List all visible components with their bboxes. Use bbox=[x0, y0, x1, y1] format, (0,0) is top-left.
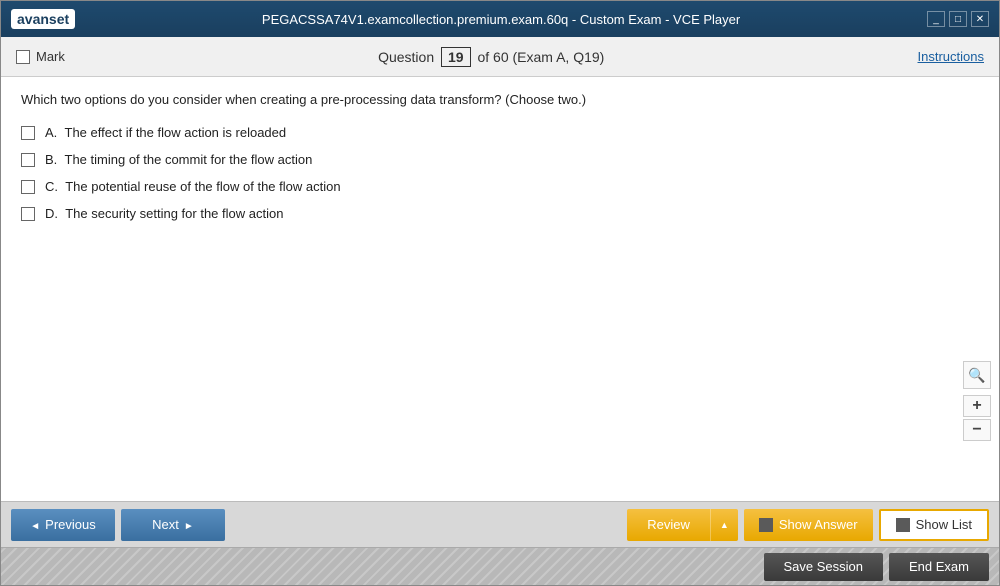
next-button[interactable]: Next bbox=[121, 509, 225, 541]
question-info: Question 19 of 60 (Exam A, Q19) bbox=[378, 47, 604, 67]
show-answer-button[interactable]: Show Answer bbox=[744, 509, 873, 541]
next-chevron-icon bbox=[184, 517, 194, 532]
option-label-a: A. The effect if the flow action is relo… bbox=[45, 125, 286, 140]
option-row-d: D. The security setting for the flow act… bbox=[21, 206, 979, 221]
zoom-controls: 🔍 + − bbox=[963, 361, 991, 441]
logo-area: avanset bbox=[11, 9, 75, 29]
zoom-in-button[interactable]: + bbox=[963, 395, 991, 417]
question-header: Mark Question 19 of 60 (Exam A, Q19) Ins… bbox=[1, 37, 999, 77]
previous-button[interactable]: Previous bbox=[11, 509, 115, 541]
review-button[interactable]: Review bbox=[627, 509, 710, 541]
option-row-a: A. The effect if the flow action is relo… bbox=[21, 125, 979, 140]
logo: avanset bbox=[11, 9, 75, 29]
mark-label: Mark bbox=[36, 49, 65, 64]
option-row-b: B. The timing of the commit for the flow… bbox=[21, 152, 979, 167]
option-checkbox-c[interactable] bbox=[21, 180, 35, 194]
mark-area: Mark bbox=[16, 49, 65, 64]
question-text: Which two options do you consider when c… bbox=[21, 92, 979, 107]
title-bar: avanset PEGACSSA74V1.examcollection.prem… bbox=[1, 1, 999, 37]
option-checkbox-a[interactable] bbox=[21, 126, 35, 140]
previous-label: Previous bbox=[45, 517, 96, 532]
zoom-search-icon[interactable]: 🔍 bbox=[963, 361, 991, 389]
review-btn-group: Review bbox=[627, 509, 738, 541]
option-label-b: B. The timing of the commit for the flow… bbox=[45, 152, 312, 167]
show-list-icon bbox=[896, 518, 910, 532]
question-label: Question bbox=[378, 49, 434, 65]
option-row-c: C. The potential reuse of the flow of th… bbox=[21, 179, 979, 194]
end-exam-button[interactable]: End Exam bbox=[889, 553, 989, 581]
question-body: Which two options do you consider when c… bbox=[1, 77, 999, 501]
app-window: avanset PEGACSSA74V1.examcollection.prem… bbox=[0, 0, 1000, 586]
review-dropdown-button[interactable] bbox=[710, 509, 738, 541]
option-checkbox-b[interactable] bbox=[21, 153, 35, 167]
window-title: PEGACSSA74V1.examcollection.premium.exam… bbox=[75, 12, 927, 27]
close-button[interactable]: ✕ bbox=[971, 11, 989, 27]
prev-chevron-icon bbox=[30, 517, 40, 532]
window-controls: _ □ ✕ bbox=[927, 11, 989, 27]
show-answer-icon bbox=[759, 518, 773, 532]
nav-bar: Previous Next Review Show Answer Show Li… bbox=[1, 501, 999, 547]
minimize-button[interactable]: _ bbox=[927, 11, 945, 27]
next-label: Next bbox=[152, 517, 179, 532]
show-answer-label: Show Answer bbox=[779, 517, 858, 532]
mark-checkbox[interactable] bbox=[16, 50, 30, 64]
maximize-button[interactable]: □ bbox=[949, 11, 967, 27]
question-number: 19 bbox=[441, 47, 471, 67]
save-session-button[interactable]: Save Session bbox=[764, 553, 884, 581]
zoom-out-button[interactable]: − bbox=[963, 419, 991, 441]
question-total: of 60 (Exam A, Q19) bbox=[477, 49, 604, 65]
option-checkbox-d[interactable] bbox=[21, 207, 35, 221]
content-area: Which two options do you consider when c… bbox=[1, 77, 999, 501]
show-list-button[interactable]: Show List bbox=[879, 509, 989, 541]
instructions-link[interactable]: Instructions bbox=[918, 49, 984, 64]
option-label-d: D. The security setting for the flow act… bbox=[45, 206, 283, 221]
save-end-bar: Save Session End Exam bbox=[1, 547, 999, 585]
show-list-label: Show List bbox=[916, 517, 972, 532]
review-chevron-icon bbox=[720, 519, 729, 531]
option-label-c: C. The potential reuse of the flow of th… bbox=[45, 179, 341, 194]
